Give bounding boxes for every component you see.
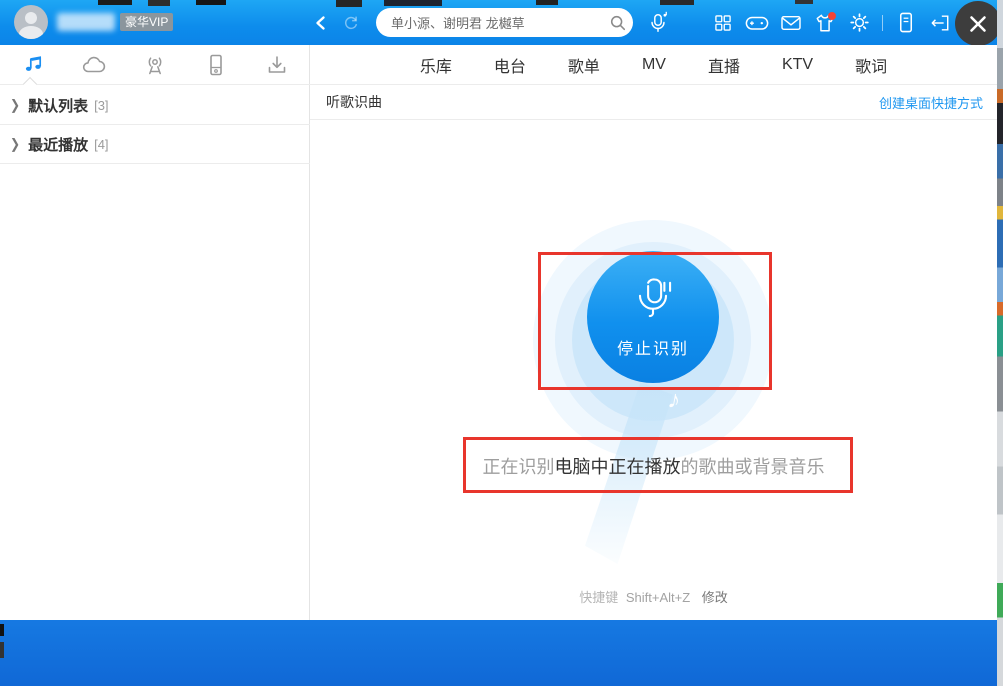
hotkey-edit-link[interactable]: 修改 [702, 590, 728, 605]
avatar-body-shape [19, 26, 43, 39]
search-input[interactable] [376, 15, 603, 30]
hotkey-label: 快捷键 [579, 590, 618, 605]
nav-tab-music-library[interactable]: 乐库 [420, 53, 452, 77]
avatar-head-shape [25, 12, 37, 24]
annotation-box-button [538, 252, 772, 390]
list-count: [3] [94, 98, 108, 113]
search-box [376, 8, 633, 37]
nav-tab-ktv[interactable]: KTV [782, 56, 813, 74]
titlebar-divider [882, 15, 883, 31]
sidebar-item-recent-play[interactable]: ❯ 最近播放 [4] [0, 125, 310, 164]
close-icon[interactable] [955, 1, 1001, 46]
nav-tab-playlists[interactable]: 歌单 [568, 53, 600, 77]
search-icon[interactable] [603, 14, 633, 32]
notification-dot [828, 12, 836, 20]
download-icon[interactable] [263, 45, 291, 85]
annotation-box-status [463, 437, 853, 493]
desktop-artifact [384, 0, 442, 6]
skin-shirt-icon[interactable] [814, 0, 836, 45]
hotkey-hint: 快捷键 Shift+Alt+Z 修改 [310, 587, 997, 606]
nav-tab-radio[interactable]: 电台 [494, 53, 526, 77]
titlebar: 豪华VIP [0, 0, 997, 45]
username-blurred [57, 13, 115, 31]
desktop-artifact [660, 0, 694, 5]
apps-grid-icon[interactable] [712, 0, 734, 45]
mobile-device-icon[interactable] [895, 0, 917, 45]
listen-recognize-mic-icon[interactable] [645, 0, 671, 45]
player-bar: 周杰伦 - 给我一首歌的时间 00:01/04:13 [0, 620, 997, 686]
desktop-edge-strip [997, 0, 1003, 686]
titlebar-right-icons [712, 0, 985, 45]
main-nav: 乐库 电台 歌单 MV 直播 KTV 歌词 [310, 45, 997, 85]
back-icon[interactable] [308, 0, 334, 45]
list-count: [4] [94, 137, 108, 152]
sidebar-item-default-list[interactable]: ❯ 默认列表 [3] [0, 86, 310, 125]
recognition-panel: ♪ 停止识别 正在识别电脑中正在播放的歌曲或背景音乐 快捷键 Shift+Alt… [310, 120, 997, 620]
music-note-icon[interactable] [19, 45, 47, 85]
desktop-artifact [336, 0, 362, 7]
settings-gear-icon[interactable] [848, 0, 870, 45]
desktop-artifact [148, 0, 170, 6]
desktop-artifact [795, 0, 813, 4]
desktop-artifact [0, 624, 4, 636]
page-title: 听歌识曲 [326, 92, 382, 112]
vip-badge[interactable]: 豪华VIP [120, 13, 173, 31]
cloud-icon[interactable] [80, 45, 108, 85]
sidebar: ❯ 默认列表 [3] ❯ 最近播放 [4] [0, 45, 310, 620]
app-window: 豪华VIP [0, 0, 1003, 686]
nav-tab-mv[interactable]: MV [642, 56, 666, 74]
game-icon[interactable] [746, 0, 768, 45]
desktop-artifact [98, 0, 132, 5]
mini-mode-icon[interactable] [929, 0, 951, 45]
nav-tab-lyrics[interactable]: 歌词 [855, 53, 887, 77]
desktop-artifact [536, 0, 558, 5]
list-label: 默认列表 [28, 95, 88, 116]
chevron-right-icon: ❯ [10, 136, 20, 152]
hotkey-keys: Shift+Alt+Z [626, 590, 690, 605]
device-icon[interactable] [202, 45, 230, 85]
page-subheader: 听歌识曲 创建桌面快捷方式 [310, 85, 997, 120]
sidebar-tabs [0, 45, 310, 85]
chevron-right-icon: ❯ [10, 97, 20, 113]
list-label: 最近播放 [28, 134, 88, 155]
avatar[interactable] [14, 5, 48, 39]
nav-tab-live[interactable]: 直播 [708, 53, 740, 77]
desktop-artifact [196, 0, 226, 5]
create-desktop-shortcut-link[interactable]: 创建桌面快捷方式 [879, 93, 983, 112]
desktop-artifact [0, 642, 4, 658]
broadcast-icon[interactable] [141, 45, 169, 85]
mail-icon[interactable] [780, 0, 802, 45]
